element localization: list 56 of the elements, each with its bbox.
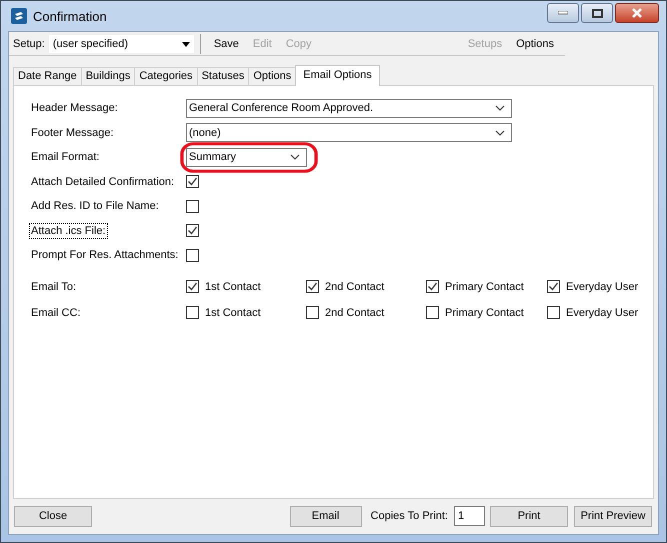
- close-button[interactable]: Close: [14, 506, 92, 526]
- copies-label: Copies To Print:: [370, 510, 448, 522]
- checkbox[interactable]: [186, 306, 199, 319]
- window-title: Confirmation: [33, 8, 107, 24]
- close-window-button[interactable]: [615, 3, 659, 23]
- dropdown-field[interactable]: (none): [186, 123, 512, 142]
- chevron-down-icon: [290, 154, 300, 160]
- checkbox[interactable]: [186, 248, 199, 262]
- restore-icon: [592, 8, 602, 18]
- maximize-button[interactable]: [581, 3, 613, 23]
- dropdown-arrow-icon: [182, 42, 190, 46]
- checkbox[interactable]: [306, 280, 319, 293]
- checkbox[interactable]: [547, 306, 560, 319]
- print-button[interactable]: Print: [490, 506, 568, 526]
- toolbar-button[interactable]: Options: [509, 38, 561, 50]
- field-label: Attach .ics File:: [29, 222, 108, 239]
- field-label: Email To:: [30, 280, 78, 294]
- field-label: Header Message:: [30, 101, 119, 116]
- field-label: Footer Message:: [30, 126, 115, 141]
- checkbox-label: Everyday User: [566, 306, 638, 318]
- field-label: Add Res. ID to File Name:: [30, 199, 160, 214]
- checkbox[interactable]: [547, 280, 560, 293]
- checkbox[interactable]: [186, 200, 199, 213]
- checkbox-label: 1st Contact: [205, 306, 261, 318]
- minimize-button[interactable]: [547, 3, 579, 23]
- field-label: Prompt For Res. Attachments:: [30, 248, 180, 264]
- chevron-down-icon: [495, 105, 505, 112]
- checkbox-label: Primary Contact: [445, 306, 524, 318]
- checkbox[interactable]: [426, 306, 439, 319]
- field-label: Attach Detailed Confirmation:: [30, 174, 176, 190]
- dropdown-field[interactable]: General Conference Room Approved.: [186, 98, 512, 118]
- close-icon: [631, 8, 643, 18]
- email-button[interactable]: Email: [290, 506, 362, 526]
- checkbox-label: Primary Contact: [445, 280, 524, 292]
- checkbox-label: 2nd Contact: [325, 306, 384, 318]
- copies-field[interactable]: 1: [454, 506, 485, 526]
- checkbox-label: 1st Contact: [205, 280, 261, 292]
- toolbar-button[interactable]: Save: [206, 38, 246, 50]
- checkbox[interactable]: [306, 306, 319, 319]
- print-preview-button[interactable]: Print Preview: [574, 506, 652, 526]
- chevron-down-icon: [495, 130, 505, 136]
- setup-dropdown[interactable]: (user specified): [48, 35, 194, 53]
- checkbox[interactable]: [186, 224, 199, 238]
- tab[interactable]: Email Options: [295, 65, 380, 86]
- app-logo-icon: [11, 8, 27, 24]
- checkbox-label: Everyday User: [566, 280, 638, 292]
- checkbox[interactable]: [186, 280, 199, 293]
- checkbox-label: 2nd Contact: [325, 280, 384, 292]
- setup-label: Setup:: [13, 38, 45, 50]
- minimize-icon: [558, 11, 568, 15]
- field-label: Email CC:: [30, 306, 82, 320]
- checkbox[interactable]: [186, 175, 199, 188]
- dropdown-field[interactable]: Summary: [186, 148, 307, 167]
- checkbox[interactable]: [426, 280, 439, 293]
- field-label: Email Format:: [30, 150, 100, 166]
- tab[interactable]: Date Range: [13, 67, 82, 85]
